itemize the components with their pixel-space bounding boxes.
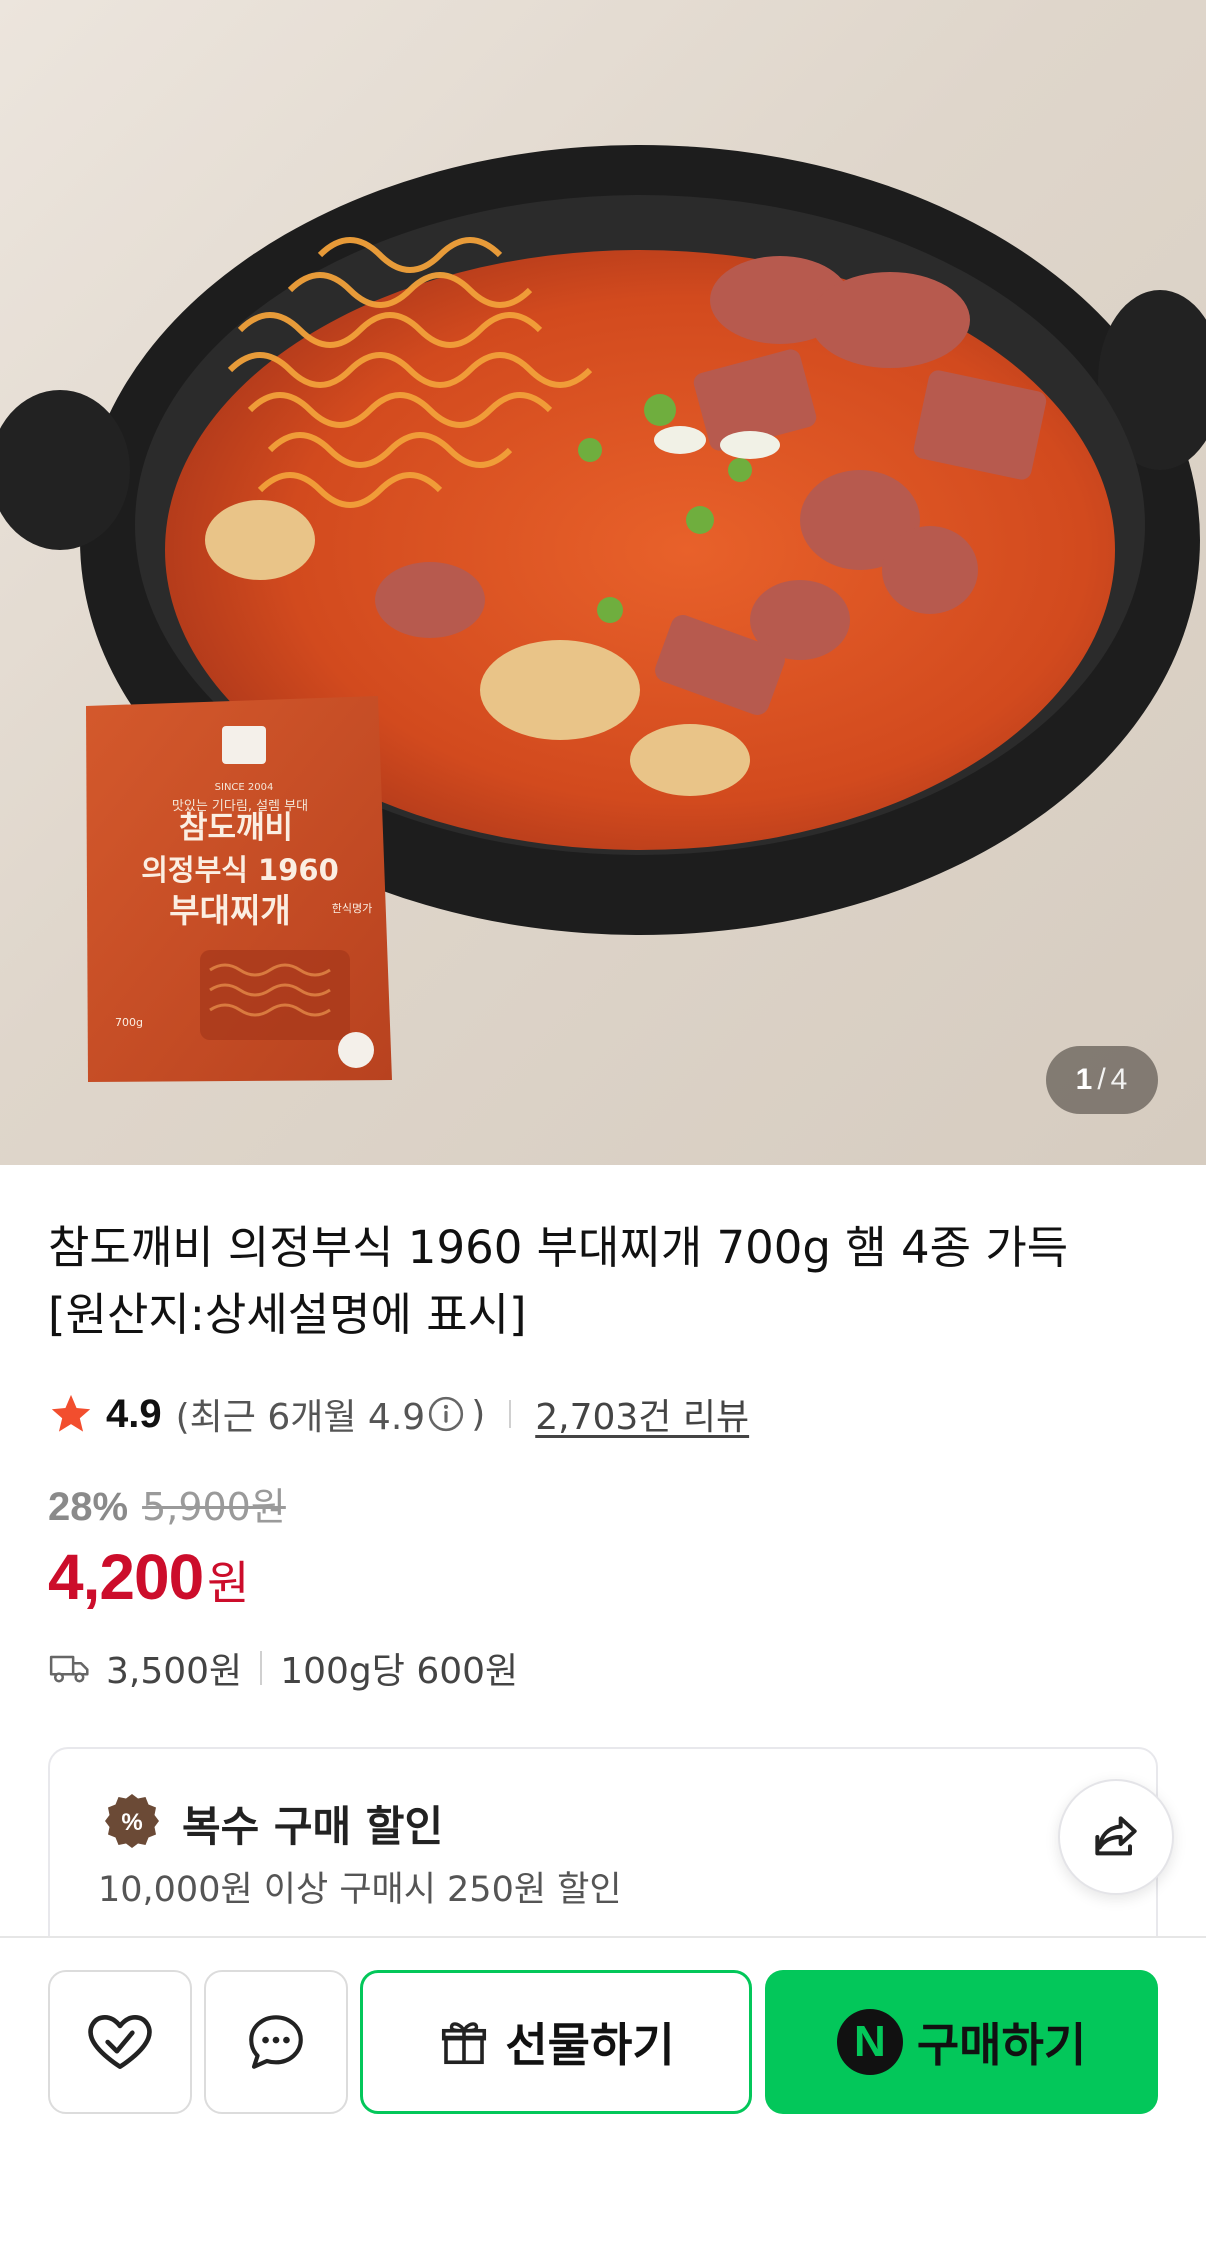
divider [509, 1400, 512, 1428]
star-icon [51, 1394, 91, 1432]
buy-button[interactable]: N 구매하기 [765, 1970, 1158, 2114]
svg-text:%: % [121, 1809, 142, 1836]
svg-text:의정부식 1960: 의정부식 1960 [141, 853, 339, 887]
discount-rate: 28% [48, 1485, 129, 1529]
svg-text:부대찌개: 부대찌개 [169, 891, 290, 930]
svg-text:SINCE 2004: SINCE 2004 [215, 782, 274, 793]
share-button[interactable] [1058, 1779, 1174, 1895]
chat-bubble-icon [249, 2015, 303, 2069]
buy-button-label: 구매하기 [916, 2018, 1087, 2072]
review-count-link[interactable]: 2,703건 리뷰 [535, 1388, 749, 1440]
gift-button[interactable]: 선물하기 [360, 1970, 752, 2114]
recent-rating-text: (최근 6개월 4.9 [175, 1397, 426, 1438]
naver-n-icon: N [836, 2009, 903, 2075]
shipping-fee: 3,500원 [106, 1651, 243, 1692]
shipping-row: 3,500원 100g당 600원 [48, 1640, 518, 1696]
product-title: 참도깨비 의정부식 1960 부대찌개 700g 햄 4종 가득 [원산지:상세… [48, 1221, 1069, 1341]
package-image: SINCE 2004 맛있는 기다림, 설렘 부대 참도깨비 의정부식 1960… [86, 696, 392, 1082]
sale-price-row: 4,200 원 [48, 1540, 249, 1614]
sale-price: 4,200 [48, 1541, 204, 1613]
talk-button[interactable] [204, 1970, 348, 2114]
page-separator: / [1097, 1063, 1107, 1096]
discount-row: 28% 5,900원 [48, 1476, 286, 1531]
product-image[interactable]: SINCE 2004 맛있는 기다림, 설렘 부대 참도깨비 의정부식 1960… [0, 0, 1206, 1165]
gift-icon [442, 2022, 487, 2065]
svg-text:한식명가: 한식명가 [332, 902, 372, 915]
page-total: 4 [1110, 1063, 1129, 1096]
svg-text:참도깨비: 참도깨비 [179, 810, 293, 846]
bottom-action-bar: 선물하기 N 구매하기 [0, 1936, 1206, 2245]
gift-button-label: 선물하기 [505, 2018, 675, 2072]
truck-icon [49, 1655, 89, 1683]
budae-jjigae-photo: SINCE 2004 맛있는 기다림, 설렘 부대 참도깨비 의정부식 1960… [0, 145, 1206, 1082]
heart-check-icon [88, 2015, 152, 2069]
svg-text:700g: 700g [115, 1016, 143, 1029]
rating-score: 4.9 [106, 1391, 162, 1436]
info-icon[interactable] [427, 1395, 465, 1433]
recent-rating: (최근 6개월 4.9 ) [176, 1388, 486, 1440]
recent-rating-close: ) [471, 1393, 486, 1435]
original-price: 5,900원 [142, 1485, 286, 1529]
share-icon [1095, 1816, 1137, 1856]
rating-row: 4.9 (최근 6개월 4.9 ) 2,703건 리뷰 [48, 1384, 749, 1444]
promo-title: 복수 구매 할인 [182, 1802, 444, 1851]
page-current: 1 [1075, 1063, 1094, 1096]
image-page-counter: 1 / 4 [1046, 1046, 1158, 1114]
currency-unit: 원 [207, 1556, 250, 1610]
promo-description: 10,000원 이상 구매시 250원 할인 [98, 1870, 622, 1910]
divider [260, 1651, 263, 1685]
discount-badge-icon: % [105, 1794, 159, 1848]
wishlist-button[interactable] [48, 1970, 192, 2114]
naver-letter: N [853, 2017, 886, 2066]
unit-price: 100g당 600원 [280, 1651, 519, 1692]
multi-buy-discount-card[interactable]: % 복수 구매 할인 10,000원 이상 구매시 250원 할인 [48, 1747, 1158, 1967]
